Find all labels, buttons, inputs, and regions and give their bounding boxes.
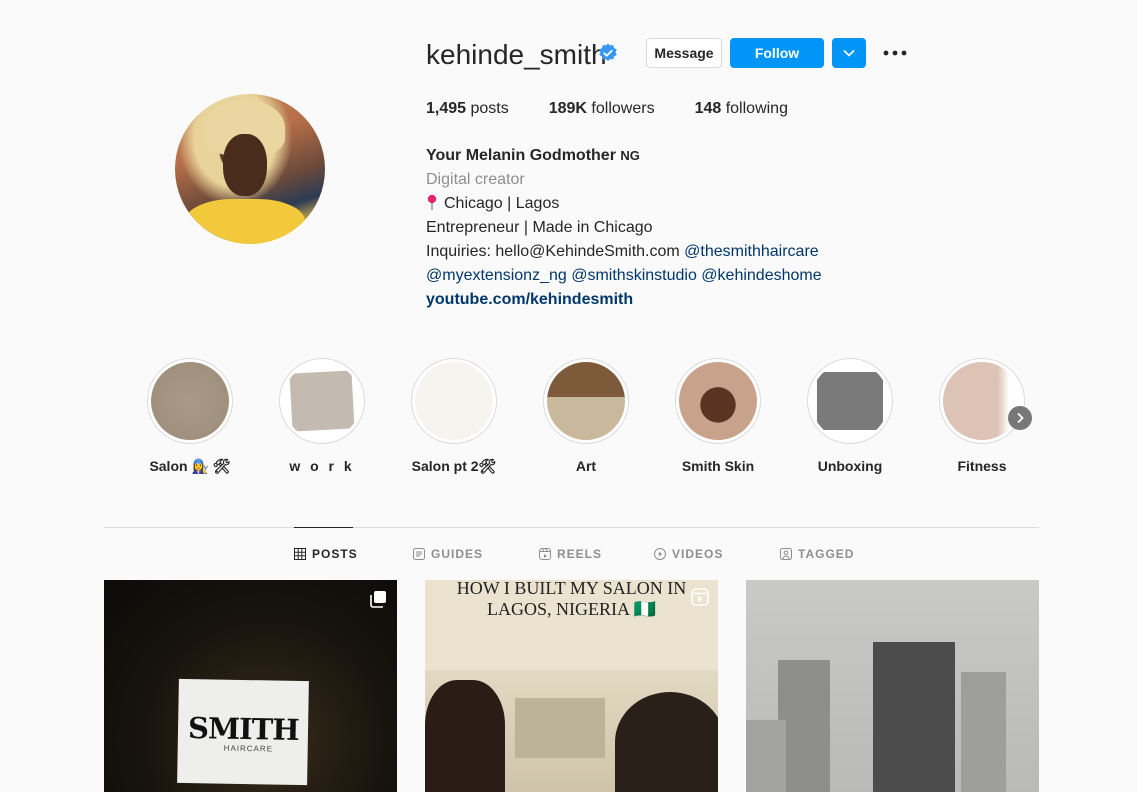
reel-icon [691, 588, 709, 606]
bio-location: Chicago | Lagos [444, 195, 560, 212]
highlight-label: Smith Skin [681, 458, 755, 474]
chevron-right-icon [1017, 412, 1024, 424]
message-button[interactable]: Message [646, 38, 722, 68]
tab-videos[interactable]: VIDEOS [654, 547, 723, 561]
mention-kehindeshome[interactable]: @kehindeshome [701, 267, 821, 284]
follow-button[interactable]: Follow [730, 38, 824, 68]
post-building-far-left [746, 720, 786, 792]
profile-divider [104, 527, 1039, 528]
highlight-art[interactable]: Art [520, 358, 652, 474]
posts-count-value: 1,495 [426, 100, 467, 117]
avatar-shirt [185, 199, 305, 244]
highlight-label: Fitness [957, 458, 1007, 474]
highlight-work[interactable]: w o r k [256, 358, 388, 474]
avatar-face [223, 134, 267, 196]
mention-smithskinstudio[interactable]: @smithskinstudio [571, 267, 697, 284]
post-thumbnail[interactable]: SMITH HAIRCARE [104, 580, 397, 792]
sign-title: SMITH [187, 711, 299, 747]
posts-count-label: posts [466, 100, 509, 117]
tab-label: REELS [557, 547, 603, 561]
profile-full-name: Your Melanin Godmother [426, 147, 616, 164]
carousel-icon [370, 591, 386, 608]
post-building-center [873, 642, 955, 792]
ellipsis-icon [883, 50, 907, 56]
highlight-cover [943, 362, 1021, 440]
highlight-cover [547, 362, 625, 440]
highlight-ring[interactable] [147, 358, 233, 444]
followers-count-value: 189K [548, 100, 587, 117]
guides-icon [413, 548, 425, 560]
pushpin-icon [427, 194, 437, 210]
tab-reels[interactable]: REELS [539, 547, 602, 561]
highlight-ring[interactable] [411, 358, 497, 444]
suggested-dropdown-button[interactable] [832, 38, 866, 68]
mention-myextensionz[interactable]: @myextensionz_ng [426, 267, 567, 284]
posts-count: 1,495 posts [426, 100, 509, 118]
highlight-cover [283, 362, 361, 440]
highlight-ring[interactable] [807, 358, 893, 444]
highlight-label: Art [575, 458, 597, 474]
more-options-button[interactable] [882, 40, 908, 66]
bio-location-line: Chicago | Lagos [426, 192, 986, 216]
tab-label: VIDEOS [672, 547, 724, 561]
verified-badge-icon [599, 43, 617, 61]
profile-website-link[interactable]: youtube.com/kehindesmith [426, 288, 986, 312]
video-icon [654, 548, 666, 560]
bio-mentions-line: @myextensionz_ng @smithskinstudio @kehin… [426, 264, 986, 288]
active-tab-indicator [294, 527, 353, 528]
bio-inquiries-line: Inquiries: hello@KehindeSmith.com @thesm… [426, 240, 986, 264]
mention-thesmithhaircare[interactable]: @thesmithhaircare [684, 243, 819, 260]
tab-label: TAGGED [798, 547, 855, 561]
profile-name-suffix: NG [620, 148, 640, 163]
highlight-ring[interactable] [543, 358, 629, 444]
highlight-cover [151, 362, 229, 440]
profile-username: kehinde_smith [426, 39, 607, 70]
highlight-label: Unboxing [817, 458, 883, 474]
post-sign: SMITH HAIRCARE [177, 678, 309, 786]
followers-count-label: followers [586, 100, 655, 117]
chevron-down-icon [843, 49, 855, 57]
highlight-unboxing[interactable]: Unboxing [784, 358, 916, 474]
post-headline: HOW I BUILT MY SALON IN LAGOS, NIGERIA 🇳… [456, 580, 687, 619]
post-wall-art [515, 698, 605, 758]
post-person-right [615, 692, 718, 792]
highlights-next-button[interactable] [1008, 406, 1032, 430]
following-count-value: 148 [694, 100, 722, 117]
tab-label: GUIDES [431, 547, 484, 561]
tab-guides[interactable]: GUIDES [413, 547, 483, 561]
post-person-left [425, 680, 505, 792]
tab-label: POSTS [312, 547, 358, 561]
grid-icon [294, 548, 306, 560]
followers-link[interactable]: 189K followers [549, 100, 655, 118]
highlight-ring[interactable] [279, 358, 365, 444]
profile-avatar[interactable] [175, 94, 325, 244]
bio-inquiries: Inquiries: hello@KehindeSmith.com [426, 243, 685, 260]
post-thumbnail[interactable] [746, 580, 1039, 792]
highlight-cover [679, 362, 757, 440]
post-thumbnail[interactable]: HOW I BUILT MY SALON IN LAGOS, NIGERIA 🇳… [425, 580, 718, 792]
bio-line-1: Entrepreneur | Made in Chicago [426, 219, 653, 236]
sign-subtitle: HAIRCARE [223, 743, 274, 754]
following-count-label: following [721, 100, 788, 117]
reels-icon [539, 548, 551, 560]
highlight-label: Salon pt 2🛠 [411, 458, 497, 474]
highlight-ring[interactable] [675, 358, 761, 444]
profile-bio: Your Melanin Godmother NG Digital creato… [426, 144, 986, 312]
highlight-smith-skin[interactable]: Smith Skin [652, 358, 784, 474]
highlight-salon-pt2[interactable]: Salon pt 2🛠 [388, 358, 520, 475]
post-building-right [961, 672, 1006, 792]
highlight-ring[interactable] [939, 358, 1025, 444]
tagged-icon [780, 548, 792, 560]
highlight-cover [811, 362, 889, 440]
highlight-label: Salon 👩‍🔧 🛠 [149, 458, 231, 474]
highlight-label: w o r k [289, 458, 355, 474]
tab-tagged[interactable]: TAGGED [780, 547, 854, 561]
profile-stats: 1,495 posts 189K followers 148 following [426, 100, 788, 118]
highlight-salon[interactable]: Salon 👩‍🔧 🛠 [124, 358, 256, 475]
highlight-cover [415, 362, 493, 440]
tab-posts[interactable]: POSTS [294, 547, 358, 561]
following-link[interactable]: 148 following [695, 100, 788, 118]
profile-category: Digital creator [426, 171, 525, 188]
